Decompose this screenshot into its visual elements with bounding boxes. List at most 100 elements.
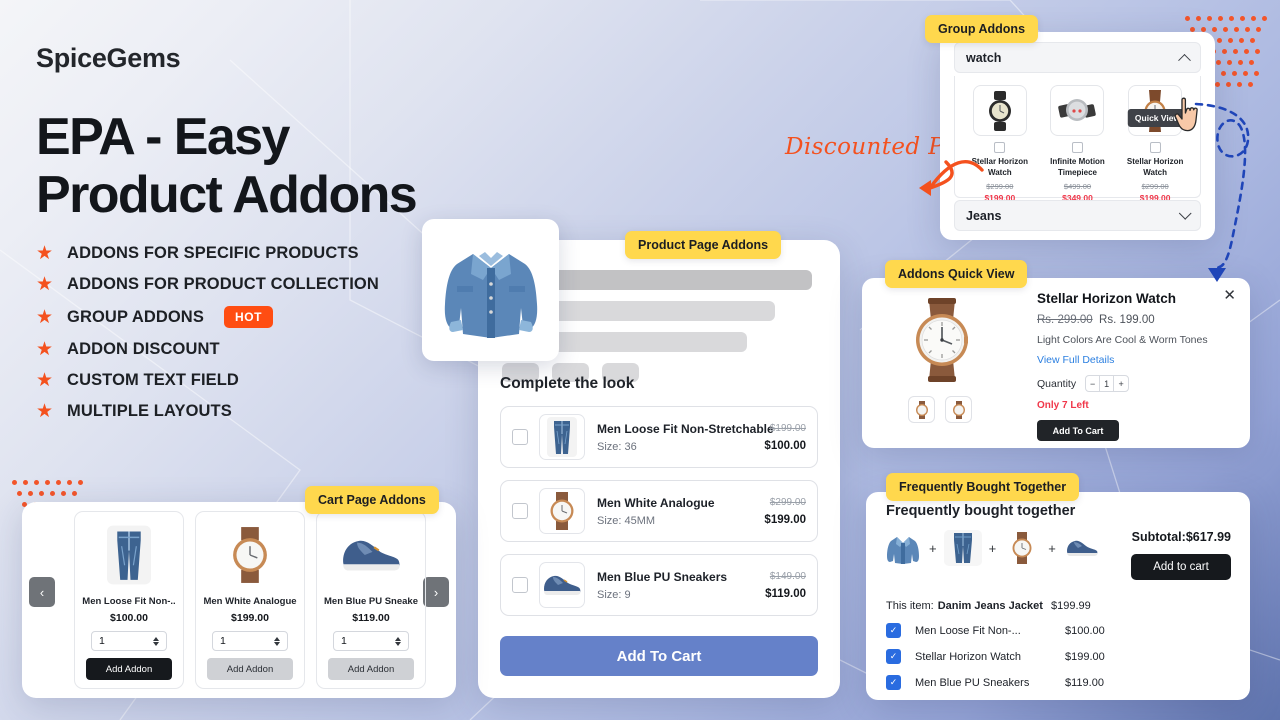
- fbt-item-name: Stellar Horizon Watch: [915, 650, 1021, 663]
- group-addon-image[interactable]: [972, 85, 1027, 136]
- add-addon-button[interactable]: Add Addon: [207, 658, 293, 680]
- quick-view-main-image: [882, 292, 1002, 387]
- quantity-stepper[interactable]: − 1 +: [1085, 375, 1130, 392]
- quick-view-add-to-cart-button[interactable]: Add To Cart: [1037, 420, 1119, 441]
- watch-thumb-icon: [915, 400, 928, 419]
- brand-logo: SpiceGems: [36, 43, 181, 73]
- fbt-item-price: $119.00: [1065, 676, 1104, 689]
- addon-variant: Size: 36: [597, 440, 637, 453]
- group-addon-item[interactable]: Infinite Motion Timepiece $499.00 $349.00: [1041, 85, 1113, 203]
- feature-item: ★ MULTIPLE LAYOUTS: [36, 402, 379, 421]
- fbt-item-row[interactable]: ✓ Men Loose Fit Non-... $100.00: [886, 623, 1231, 638]
- cart-addon-name: Men Blue PU Sneakers: [324, 596, 418, 607]
- fbt-item-checkbox[interactable]: ✓: [886, 649, 901, 664]
- addon-checkbox[interactable]: [512, 429, 528, 445]
- addon-checkbox[interactable]: [512, 503, 528, 519]
- addon-row[interactable]: Men Loose Fit Non-Stretchable Size: 36 $19…: [500, 406, 818, 468]
- cart-addon-image: [82, 520, 176, 590]
- feature-label: MULTIPLE LAYOUTS: [67, 402, 232, 420]
- fbt-this-item-label: This item:: [886, 600, 934, 612]
- group-addon-item[interactable]: Stellar Horizon Watch $299.00 $199.00: [964, 85, 1036, 203]
- cart-addon-item: Men Loose Fit Non-.. $100.00 1 Add Addon: [74, 511, 184, 689]
- product-add-to-cart-button[interactable]: Add To Cart: [500, 636, 818, 676]
- tag-cart-page-addons: Cart Page Addons: [305, 486, 439, 514]
- chevron-up-icon[interactable]: [1178, 53, 1191, 67]
- addon-thumbnail: [539, 562, 585, 608]
- group-addon-checkbox[interactable]: [1071, 142, 1083, 153]
- quick-view-old-price: Rs. 299.00: [1037, 314, 1093, 326]
- fbt-this-item-name: Danim Jeans Jacket: [937, 600, 1043, 612]
- cart-quantity-input[interactable]: 1: [212, 631, 288, 651]
- view-full-details-link[interactable]: View Full Details: [1037, 354, 1237, 366]
- thumbnail[interactable]: [945, 396, 972, 423]
- jeans-icon: [943, 530, 982, 566]
- cart-addon-item: Men White Analogue $199.00 1 Add Addon: [195, 511, 305, 689]
- star-icon: ★: [36, 243, 54, 264]
- cart-quantity-input[interactable]: 1: [91, 631, 167, 651]
- feature-item: ★ ADDONS FOR SPECIFIC PRODUCTS: [36, 244, 379, 263]
- fbt-item-checkbox[interactable]: ✓: [886, 623, 901, 638]
- cart-quantity-input[interactable]: 1: [333, 631, 409, 651]
- quantity-label: Quantity: [1037, 377, 1077, 390]
- quantity-minus-button[interactable]: −: [1086, 376, 1101, 391]
- cart-addon-item: Men Blue PU Sneakers $119.00 1 Add Addon: [316, 511, 426, 689]
- group-addon-items: Stellar Horizon Watch $299.00 $199.00 Infin…: [954, 76, 1201, 203]
- fbt-subtotal: Subtotal:$617.99: [1132, 530, 1231, 544]
- group-addon-image[interactable]: [1050, 85, 1105, 136]
- feature-item: ★ GROUP ADDONS HOT: [36, 306, 379, 328]
- accordion-header-watch[interactable]: watch: [954, 42, 1201, 73]
- group-addon-name: Stellar Horizon Watch: [971, 157, 1029, 177]
- fbt-title: Frequently bought together: [886, 503, 1076, 519]
- addon-checkbox[interactable]: [512, 577, 528, 593]
- spinner-icon[interactable]: [395, 636, 401, 646]
- fbt-item-row[interactable]: ✓ Stellar Horizon Watch $199.00: [886, 649, 1231, 664]
- group-addon-checkbox[interactable]: [994, 142, 1006, 153]
- fbt-this-item-price: $199.99: [1051, 600, 1091, 612]
- fbt-subtotal-value: $617.99: [1185, 530, 1231, 544]
- group-addon-checkbox[interactable]: [1149, 142, 1161, 153]
- addon-new-price: $199.00: [764, 513, 806, 526]
- fbt-product-images: + + +: [884, 530, 1101, 566]
- watch-thumb-icon: [952, 400, 965, 419]
- tag-frequently-bought-together: Frequently Bought Together: [886, 473, 1080, 501]
- add-addon-button[interactable]: Add Addon: [86, 658, 172, 680]
- fbt-add-to-cart-button[interactable]: Add to cart: [1131, 554, 1231, 580]
- page-title: EPA - Easy Product Addons: [36, 108, 418, 225]
- star-icon: ★: [36, 339, 54, 360]
- jacket-icon: [884, 530, 922, 566]
- spinner-icon[interactable]: [274, 636, 280, 646]
- add-addon-button[interactable]: Add Addon: [328, 658, 414, 680]
- tag-group-addons: Group Addons: [925, 15, 1039, 43]
- group-addon-name: Infinite Motion Timepiece: [1050, 157, 1105, 177]
- quantity-value[interactable]: 1: [1100, 376, 1115, 391]
- spinner-icon[interactable]: [153, 636, 159, 646]
- quantity-plus-button[interactable]: +: [1114, 376, 1128, 391]
- cart-addon-price: $119.00: [352, 612, 390, 624]
- cart-addon-image: [324, 520, 418, 590]
- watch-icon: [1003, 530, 1041, 566]
- addon-thumbnail: [539, 488, 585, 534]
- cart-addon-image: [203, 520, 297, 590]
- fbt-item-checkbox[interactable]: ✓: [886, 675, 901, 690]
- group-addon-name: Stellar Horizon Watch: [1126, 157, 1184, 177]
- addon-row[interactable]: Men Blue PU Sneakers Size: 9 $149.00 $119.0…: [500, 554, 818, 616]
- addon-row[interactable]: Men White Analogue Size: 45MM $299.00 $199.…: [500, 480, 818, 542]
- addon-new-price: $119.00: [765, 587, 806, 600]
- complete-the-look-title: Complete the look: [500, 375, 635, 392]
- addon-old-price: $199.00: [769, 422, 806, 434]
- quick-view-card: ✕ Stellar Horizon Watch Rs. 299.00 Rs. 1…: [862, 278, 1250, 448]
- sneakers-icon: [1063, 530, 1101, 566]
- thumbnail[interactable]: [908, 396, 935, 423]
- star-icon: ★: [36, 274, 54, 295]
- cart-addon-name: Men Loose Fit Non-..: [82, 596, 176, 607]
- cart-quantity-value: 1: [341, 635, 347, 647]
- chevron-down-icon[interactable]: [1178, 207, 1192, 220]
- accordion-header-jeans[interactable]: Jeans: [954, 200, 1201, 231]
- addon-variant: Size: 45MM: [597, 514, 656, 527]
- addon-name: Men Blue PU Sneakers: [597, 569, 728, 584]
- addon-old-price: $149.00: [769, 570, 806, 582]
- fbt-item-row[interactable]: ✓ Men Blue PU Sneakers $119.00: [886, 675, 1231, 690]
- carousel-next-button[interactable]: ›: [423, 577, 449, 607]
- carousel-prev-button[interactable]: ‹: [29, 577, 55, 607]
- group-addons-card: watch Stellar Horizon Watch $299.00 $199.0…: [940, 32, 1215, 240]
